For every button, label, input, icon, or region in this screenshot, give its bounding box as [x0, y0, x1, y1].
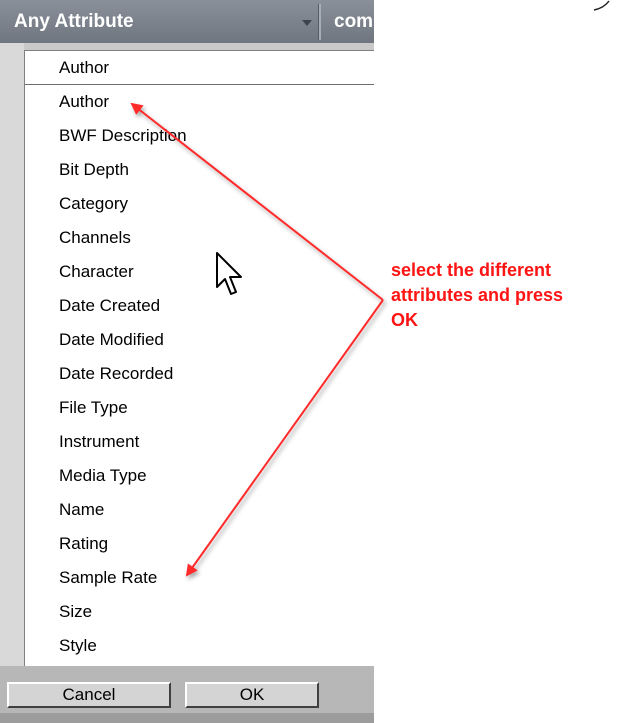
attribute-column-header[interactable]: Any Attribute: [0, 0, 318, 43]
annotation-line: attributes and press: [391, 285, 564, 305]
chevron-down-icon[interactable]: [302, 20, 312, 26]
column-divider[interactable]: [318, 4, 321, 40]
list-item[interactable]: Date Created: [25, 289, 374, 323]
panel-left-edge: [0, 43, 24, 679]
ok-button[interactable]: OK: [185, 682, 319, 708]
attribute-column-header-label: Any Attribute: [14, 11, 134, 32]
list-item[interactable]: Sample Rate: [25, 561, 374, 595]
list-item[interactable]: Channels: [25, 221, 374, 255]
annotation-line: OK: [391, 310, 418, 330]
list-item[interactable]: File Type: [25, 391, 374, 425]
list-item[interactable]: Author: [25, 85, 374, 119]
status-strip: [0, 713, 374, 723]
secondary-column-header-label: com: [334, 11, 374, 32]
annotation-line: select the different: [391, 260, 552, 280]
list-item[interactable]: Date Recorded: [25, 357, 374, 391]
secondary-column-header[interactable]: com: [334, 0, 373, 43]
list-item[interactable]: Category: [25, 187, 374, 221]
mouse-pointer-icon: [216, 252, 242, 295]
cancel-button[interactable]: Cancel: [7, 682, 171, 708]
attribute-selector-window: Any Attribute com Author Author BWF Desc…: [0, 0, 374, 723]
list-item[interactable]: Bit Depth: [25, 153, 374, 187]
list-item[interactable]: BWF Description: [25, 119, 374, 153]
list-item[interactable]: Instrument: [25, 425, 374, 459]
list-item[interactable]: Rating: [25, 527, 374, 561]
column-header-bar: Any Attribute com: [0, 0, 374, 43]
attribute-list[interactable]: Author Author BWF Description Bit Depth …: [24, 50, 374, 667]
list-item[interactable]: Author: [25, 51, 374, 85]
list-item[interactable]: Size: [25, 595, 374, 629]
callout-annotation: select the different attributes and pres…: [391, 258, 621, 333]
list-item[interactable]: Media Type: [25, 459, 374, 493]
list-item[interactable]: Character: [25, 255, 374, 289]
list-item[interactable]: Name: [25, 493, 374, 527]
corner-mark-icon: [593, 0, 610, 11]
list-item[interactable]: Date Modified: [25, 323, 374, 357]
list-item[interactable]: Style: [25, 629, 374, 663]
